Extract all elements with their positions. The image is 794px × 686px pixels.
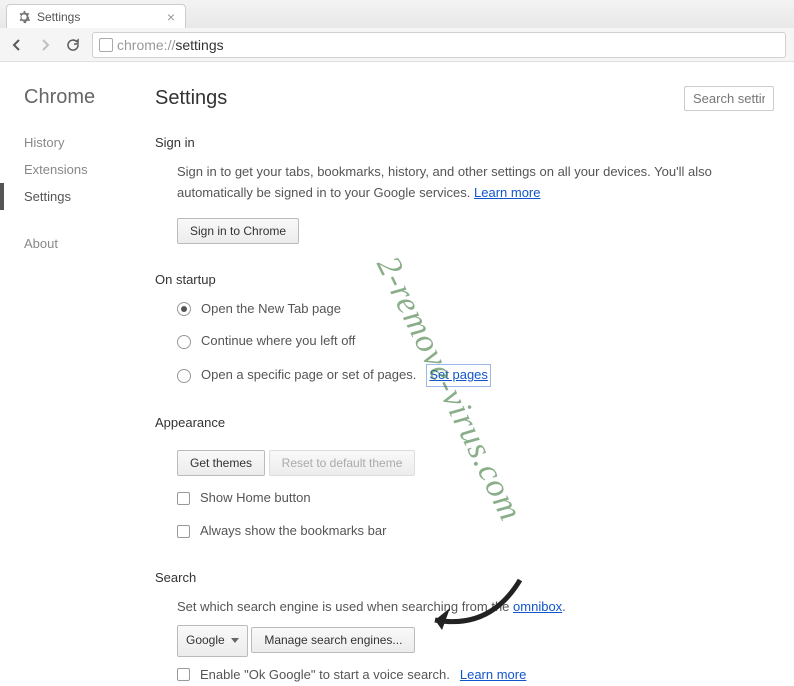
show-home-checkbox[interactable] — [177, 492, 190, 505]
startup-option-continue: Continue where you left off — [201, 331, 355, 352]
ok-google-learn-link[interactable]: Learn more — [460, 665, 526, 686]
signin-heading: Sign in — [155, 135, 774, 150]
ok-google-label: Enable "Ok Google" to start a voice sear… — [200, 665, 450, 686]
tab-title: Settings — [37, 10, 80, 24]
signin-desc: Sign in to get your tabs, bookmarks, his… — [177, 164, 712, 200]
forward-button[interactable] — [36, 36, 54, 54]
search-desc: Set which search engine is used when sea… — [177, 599, 513, 614]
appearance-heading: Appearance — [155, 415, 774, 430]
address-bar[interactable]: chrome://settings — [92, 32, 786, 58]
signin-button[interactable]: Sign in to Chrome — [177, 218, 299, 244]
show-bookmarks-label: Always show the bookmarks bar — [200, 521, 386, 542]
startup-heading: On startup — [155, 272, 774, 287]
startup-option-newtab: Open the New Tab page — [201, 299, 341, 320]
startup-option-specific: Open a specific page or set of pages. — [201, 365, 416, 386]
browser-tab[interactable]: Settings × — [6, 4, 186, 28]
get-themes-button[interactable]: Get themes — [177, 450, 265, 476]
manage-search-engines-button[interactable]: Manage search engines... — [251, 627, 415, 653]
gear-icon — [17, 10, 31, 24]
sidebar-item-extensions[interactable]: Extensions — [24, 156, 155, 183]
sidebar-title: Chrome — [24, 86, 155, 109]
show-bookmarks-checkbox[interactable] — [177, 525, 190, 538]
set-pages-link[interactable]: Set pages — [426, 364, 491, 387]
page-icon — [99, 38, 113, 52]
close-icon[interactable]: × — [167, 9, 175, 25]
chevron-down-icon — [231, 638, 239, 643]
main-content: Settings Sign in Sign in to get your tab… — [155, 62, 794, 686]
signin-learn-more-link[interactable]: Learn more — [474, 185, 540, 200]
tab-bar: Settings × — [0, 0, 794, 28]
ok-google-checkbox[interactable] — [177, 668, 190, 681]
omnibox-link[interactable]: omnibox — [513, 599, 562, 614]
search-engine-value: Google — [186, 631, 225, 650]
reload-button[interactable] — [64, 36, 82, 54]
sidebar-item-settings[interactable]: Settings — [24, 183, 155, 210]
toolbar: chrome://settings — [0, 28, 794, 62]
reset-theme-button[interactable]: Reset to default theme — [269, 450, 416, 476]
startup-radio-continue[interactable] — [177, 335, 191, 349]
sidebar: Chrome History Extensions Settings About — [0, 62, 155, 686]
sidebar-item-about[interactable]: About — [24, 230, 155, 257]
startup-radio-newtab[interactable] — [177, 302, 191, 316]
startup-radio-specific[interactable] — [177, 369, 191, 383]
search-input[interactable] — [684, 86, 774, 111]
page-title: Settings — [155, 87, 227, 110]
sidebar-item-history[interactable]: History — [24, 129, 155, 156]
back-button[interactable] — [8, 36, 26, 54]
show-home-label: Show Home button — [200, 488, 311, 509]
search-engine-select[interactable]: Google — [177, 625, 248, 656]
search-heading: Search — [155, 570, 774, 585]
url-text: chrome://settings — [117, 37, 224, 53]
